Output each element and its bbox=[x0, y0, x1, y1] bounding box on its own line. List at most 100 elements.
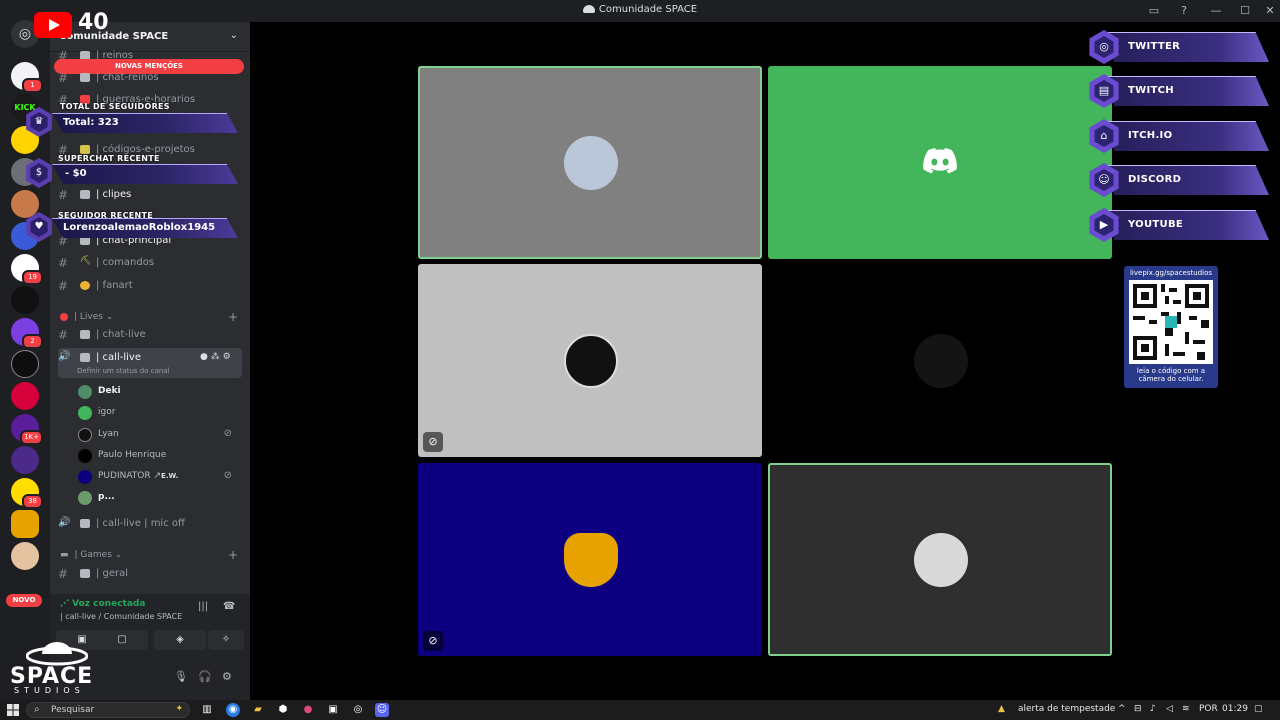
server-icon[interactable] bbox=[11, 286, 39, 314]
chat-icon[interactable]: ● bbox=[200, 352, 208, 362]
help-icon[interactable]: ? bbox=[1176, 3, 1192, 19]
volume-icon[interactable]: ◁ bbox=[1166, 704, 1173, 714]
server-icon[interactable] bbox=[11, 382, 39, 410]
category-lives[interactable]: | Lives ⌄ + bbox=[60, 310, 238, 324]
voice-user[interactable]: Lyan ⊘ bbox=[78, 426, 238, 444]
discord-icon bbox=[582, 5, 595, 13]
app-icon[interactable]: ● bbox=[301, 703, 315, 717]
category-games[interactable]: ▬ | Games ⌄ + bbox=[60, 548, 238, 562]
server-icon[interactable] bbox=[11, 446, 39, 474]
task-view-icon[interactable]: ▥ bbox=[200, 703, 214, 717]
social-youtube: ▶ YOUTUBE bbox=[1087, 206, 1272, 244]
chrome-icon[interactable]: ◉ bbox=[226, 703, 240, 717]
speaker-icon: 🔊 bbox=[58, 351, 71, 362]
network-icon[interactable]: ≋ bbox=[1182, 704, 1190, 714]
headphones-icon[interactable]: 🎧 bbox=[198, 670, 212, 683]
notifications-icon[interactable]: ▢ bbox=[1254, 704, 1263, 714]
subscriber-count: 40 bbox=[78, 10, 109, 35]
minimize-button[interactable]: — bbox=[1208, 3, 1224, 19]
voice-user[interactable]: p... bbox=[78, 489, 238, 507]
hash-icon: # bbox=[58, 188, 69, 202]
chevron-down-icon: ⌄ bbox=[114, 550, 123, 560]
add-channel-icon[interactable]: + bbox=[228, 310, 238, 324]
channel-item[interactable]: # | clipes bbox=[58, 185, 242, 205]
title-bar: Comunidade SPACE ▭ ? — ☐ ✕ bbox=[0, 0, 1280, 22]
app-icon[interactable]: ◎ bbox=[351, 703, 365, 717]
soundboard-button[interactable]: ✧ bbox=[208, 630, 244, 650]
channel-item[interactable]: # | fanart bbox=[58, 276, 242, 296]
server-icon[interactable]: 2 bbox=[11, 318, 43, 349]
channel-item[interactable]: # | chat-reinos bbox=[58, 68, 242, 88]
avatar bbox=[78, 470, 92, 484]
signal-icon: ⋰ bbox=[60, 599, 73, 609]
weather-alert[interactable]: alerta de tempestade bbox=[1018, 704, 1115, 714]
avatar bbox=[78, 449, 92, 463]
voice-user[interactable]: Deki bbox=[78, 383, 238, 401]
microphone-icon[interactable]: ♪ bbox=[1150, 704, 1156, 714]
video-tile[interactable]: ⊘ bbox=[418, 463, 762, 656]
muted-mic-icon: ⊘ bbox=[423, 631, 443, 651]
screen-share-button[interactable]: ▢ bbox=[96, 630, 148, 650]
gamepad-icon: ◈ bbox=[176, 634, 184, 645]
maximize-button[interactable]: ☐ bbox=[1237, 3, 1253, 19]
file-explorer-icon[interactable]: ▰ bbox=[251, 703, 265, 717]
server-icon[interactable] bbox=[11, 190, 39, 218]
discord-icon: ☺ bbox=[1094, 169, 1114, 191]
close-button[interactable]: ✕ bbox=[1262, 3, 1278, 19]
language-indicator[interactable]: POR bbox=[1199, 704, 1218, 714]
voice-connected-label[interactable]: ⋰ Voz conectada bbox=[60, 599, 145, 609]
superchat-label: SUPERCHAT RECENTE bbox=[58, 154, 160, 163]
channel-status[interactable]: Definir um status do canal bbox=[77, 367, 170, 375]
channel-item[interactable]: # | chat-live bbox=[58, 325, 242, 345]
voice-location[interactable]: | call-live / Comunidade SPACE bbox=[60, 612, 182, 621]
clock[interactable]: 01:29 bbox=[1222, 704, 1248, 714]
chevron-up-icon[interactable]: ^ bbox=[1118, 704, 1126, 714]
voice-user[interactable]: Paulo Henrique bbox=[78, 447, 238, 465]
video-tile[interactable] bbox=[418, 66, 762, 259]
channel-emoji-icon bbox=[80, 73, 90, 82]
discord-icon bbox=[923, 148, 957, 174]
gear-icon[interactable]: ⚙ bbox=[222, 670, 232, 683]
avatar bbox=[914, 334, 968, 388]
gamepad-icon: ▬ bbox=[60, 550, 69, 560]
voice-channel-mic-off[interactable]: 🔊 | call-live | mic off bbox=[58, 514, 242, 534]
gear-icon[interactable]: ⚙ bbox=[223, 352, 231, 362]
video-tile[interactable]: ⊘ bbox=[418, 264, 762, 457]
server-icon[interactable] bbox=[11, 510, 39, 538]
noise-suppression-icon[interactable]: ||| bbox=[198, 601, 208, 612]
server-icon[interactable]: 1 bbox=[11, 62, 43, 93]
add-channel-icon[interactable]: + bbox=[228, 548, 238, 562]
server-icon[interactable] bbox=[11, 350, 39, 378]
avatar bbox=[914, 533, 968, 587]
server-icon[interactable]: 19 bbox=[11, 254, 43, 285]
server-icon[interactable] bbox=[11, 542, 39, 570]
channel-item[interactable]: # | geral bbox=[58, 564, 242, 584]
voice-user[interactable]: igor bbox=[78, 404, 238, 422]
palette-icon bbox=[80, 281, 90, 290]
taskbar-search[interactable]: ⌕ Pesquisar ✦ bbox=[26, 702, 190, 718]
heart-icon: ♥ bbox=[30, 217, 48, 237]
server-icon[interactable]: 1K+ bbox=[11, 414, 43, 445]
channel-item[interactable]: # ⛏ | comandos bbox=[58, 253, 242, 273]
hash-icon: # bbox=[58, 279, 69, 293]
microphone-icon[interactable]: 🎙 bbox=[174, 670, 188, 683]
disconnect-icon[interactable]: ☎ bbox=[223, 601, 235, 612]
discord-taskbar-icon[interactable]: ☺ bbox=[375, 703, 389, 717]
avatar bbox=[78, 428, 92, 442]
voice-user[interactable]: PUDINATOR ↗E.W. ⊘ bbox=[78, 468, 238, 486]
tray-icon[interactable]: ⊟ bbox=[1134, 704, 1142, 714]
youtube-icon bbox=[34, 12, 72, 38]
activity-button[interactable]: ◈ bbox=[154, 630, 206, 650]
app-icon[interactable]: ⬢ bbox=[276, 703, 290, 717]
invite-icon[interactable]: ⁂ bbox=[211, 352, 220, 362]
channel-emoji-icon bbox=[80, 569, 90, 578]
video-tile[interactable] bbox=[768, 264, 1112, 457]
video-tile[interactable] bbox=[768, 66, 1112, 259]
server-icon[interactable]: 38 bbox=[11, 478, 43, 509]
inbox-icon[interactable]: ▭ bbox=[1146, 3, 1162, 19]
app-icon[interactable]: ▣ bbox=[326, 703, 340, 717]
video-tile[interactable] bbox=[768, 463, 1112, 656]
voice-channel-actions: ● ⁂ ⚙ bbox=[200, 352, 231, 362]
search-icon: ⌕ bbox=[34, 704, 40, 715]
windows-start-icon[interactable] bbox=[7, 704, 19, 716]
